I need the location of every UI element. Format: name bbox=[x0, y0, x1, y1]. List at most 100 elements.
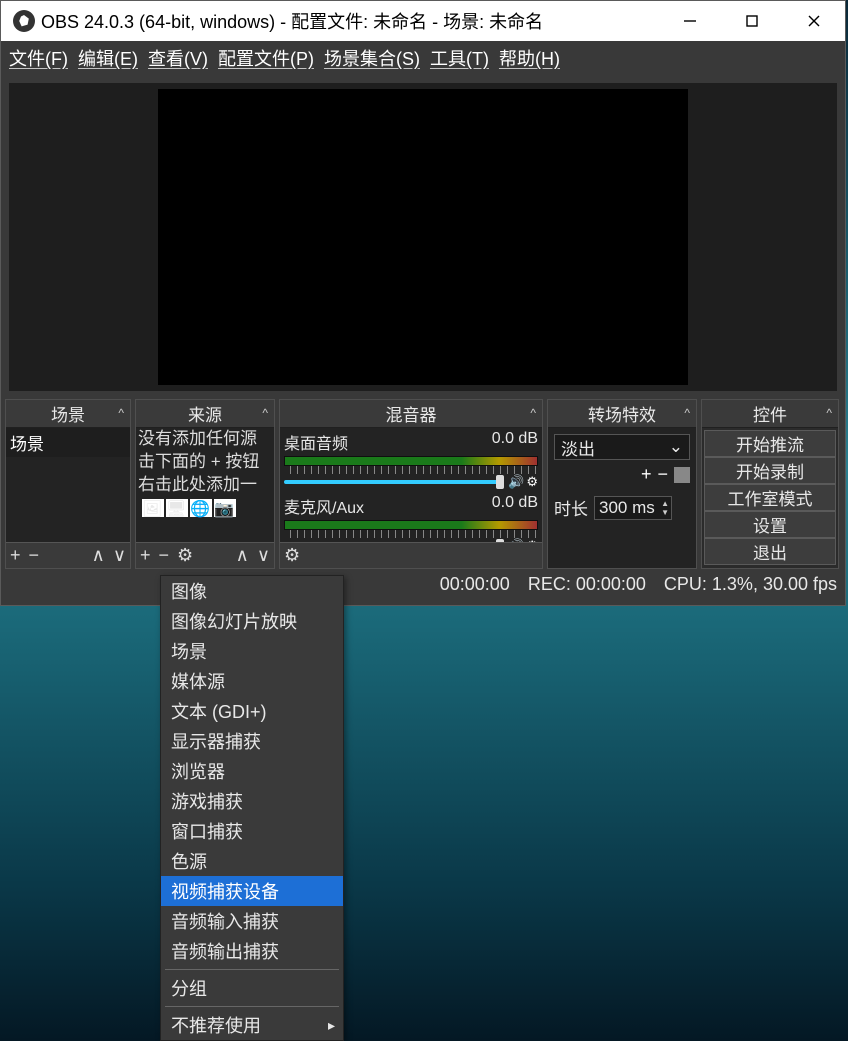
spin-down-icon[interactable]: ▼ bbox=[661, 508, 669, 517]
remove-transition-button[interactable]: − bbox=[657, 464, 668, 485]
mixer-dock: 混音器^ 桌面音频0.0 dB 🔊⚙ 麦克风/Aux0.0 dB bbox=[279, 399, 543, 569]
mixer-toolbar: ⚙ bbox=[280, 542, 542, 568]
sources-list[interactable]: 没有添加任何源 击下面的 + 按钮 右击此处添加一 🖼 🖥 🌐 📷 bbox=[136, 428, 274, 542]
controls-dock: 控件^ 开始推流 开始录制 工作室模式 设置 退出 bbox=[701, 399, 839, 569]
scenes-toolbar: + − ∧ ∨ bbox=[6, 542, 130, 568]
mixer-title: 混音器^ bbox=[280, 400, 542, 428]
obs-window: OBS 24.0.3 (64-bit, windows) - 配置文件: 未命名… bbox=[0, 0, 846, 606]
menu-item-media[interactable]: 媒体源 bbox=[161, 666, 343, 696]
menu-edit[interactable]: 编辑(E) bbox=[78, 45, 138, 71]
spin-up-icon[interactable]: ▲ bbox=[661, 499, 669, 508]
dock-popout-icon[interactable]: ^ bbox=[118, 406, 124, 420]
sources-dock: 来源^ 没有添加任何源 击下面的 + 按钮 右击此处添加一 🖼 🖥 🌐 📷 + … bbox=[135, 399, 275, 569]
menu-item-group[interactable]: 分组 bbox=[161, 973, 343, 1003]
dock-popout-icon[interactable]: ^ bbox=[262, 406, 268, 420]
menu-item-slideshow[interactable]: 图像幻灯片放映 bbox=[161, 606, 343, 636]
status-live-time: 00:00:00 bbox=[440, 574, 510, 595]
sources-title: 来源^ bbox=[136, 400, 274, 428]
close-button[interactable] bbox=[783, 1, 845, 41]
audio-ticks bbox=[284, 466, 538, 474]
menu-tools[interactable]: 工具(T) bbox=[430, 45, 489, 71]
add-transition-button[interactable]: + bbox=[641, 464, 652, 485]
add-source-button[interactable]: + bbox=[140, 545, 151, 566]
menu-item-scene[interactable]: 场景 bbox=[161, 636, 343, 666]
mixer-channel-db: 0.0 dB bbox=[492, 430, 538, 454]
sources-help-icons: 🖼 🖥 🌐 📷 bbox=[136, 499, 274, 517]
dropdown-icon: ⌄ bbox=[669, 437, 683, 457]
menu-item-text-gdi[interactable]: 文本 (GDI+) bbox=[161, 696, 343, 726]
menu-profile[interactable]: 配置文件(P) bbox=[218, 45, 314, 71]
menubar: 文件(F) 编辑(E) 查看(V) 配置文件(P) 场景集合(S) 工具(T) … bbox=[1, 41, 845, 75]
menu-item-audio-output-capture[interactable]: 音频输出捕获 bbox=[161, 936, 343, 966]
transitions-body: 淡出⌄ +− 时长 300 ms▲▼ bbox=[548, 428, 696, 568]
dock-popout-icon[interactable]: ^ bbox=[684, 406, 690, 420]
speaker-icon[interactable]: 🔊 bbox=[508, 474, 524, 490]
mixer-channel-name: 桌面音频 bbox=[284, 430, 348, 454]
menu-separator bbox=[165, 969, 339, 970]
minimize-button[interactable] bbox=[659, 1, 721, 41]
gear-icon[interactable]: ⚙ bbox=[526, 474, 538, 490]
menu-view[interactable]: 查看(V) bbox=[148, 45, 208, 71]
camera-icon: 📷 bbox=[214, 499, 236, 517]
source-up-button[interactable]: ∧ bbox=[236, 545, 249, 566]
source-add-context-menu: 图像 图像幻灯片放映 场景 媒体源 文本 (GDI+) 显示器捕获 浏览器 游戏… bbox=[160, 575, 344, 1041]
duration-label: 时长 bbox=[554, 495, 588, 520]
menu-item-display-capture[interactable]: 显示器捕获 bbox=[161, 726, 343, 756]
studio-mode-button[interactable]: 工作室模式 bbox=[704, 484, 836, 511]
window-controls bbox=[659, 1, 845, 41]
add-scene-button[interactable]: + bbox=[10, 545, 21, 566]
obs-icon bbox=[13, 10, 35, 32]
status-cpu-fps: CPU: 1.3%, 30.00 fps bbox=[664, 574, 837, 595]
sources-toolbar: + − ⚙ ∧ ∨ bbox=[136, 542, 274, 568]
transition-select[interactable]: 淡出⌄ bbox=[554, 434, 690, 460]
status-rec-time: REC: 00:00:00 bbox=[528, 574, 646, 595]
remove-scene-button[interactable]: − bbox=[29, 545, 40, 566]
audio-meter bbox=[284, 520, 538, 530]
menu-item-game-capture[interactable]: 游戏捕获 bbox=[161, 786, 343, 816]
start-streaming-button[interactable]: 开始推流 bbox=[704, 430, 836, 457]
menu-item-video-capture-device[interactable]: 视频捕获设备 bbox=[161, 876, 343, 906]
dock-popout-icon[interactable]: ^ bbox=[826, 406, 832, 420]
window-title: OBS 24.0.3 (64-bit, windows) - 配置文件: 未命名… bbox=[41, 8, 659, 34]
source-down-button[interactable]: ∨ bbox=[257, 545, 270, 566]
volume-slider[interactable] bbox=[284, 480, 504, 484]
menu-item-color-source[interactable]: 色源 bbox=[161, 846, 343, 876]
mixer-channel-name: 麦克风/Aux bbox=[284, 494, 364, 518]
image-icon: 🖼 bbox=[142, 499, 164, 517]
preview-canvas[interactable] bbox=[158, 89, 688, 385]
browser-icon: 🌐 bbox=[190, 499, 212, 517]
transitions-title: 转场特效^ bbox=[548, 400, 696, 428]
source-properties-button[interactable]: ⚙ bbox=[177, 545, 193, 566]
mixer-settings-button[interactable]: ⚙ bbox=[284, 545, 300, 566]
audio-ticks bbox=[284, 530, 538, 538]
scene-up-button[interactable]: ∧ bbox=[92, 545, 105, 566]
titlebar: OBS 24.0.3 (64-bit, windows) - 配置文件: 未命名… bbox=[1, 1, 845, 41]
sources-help-line: 没有添加任何源 bbox=[136, 428, 274, 451]
sources-help-line: 击下面的 + 按钮 bbox=[136, 451, 274, 474]
menu-item-deprecated[interactable]: 不推荐使用 bbox=[161, 1010, 343, 1040]
display-icon: 🖥 bbox=[166, 499, 188, 517]
transition-properties-button[interactable] bbox=[674, 467, 690, 483]
mixer-channel-db: 0.0 dB bbox=[492, 494, 538, 518]
mixer-channel: 麦克风/Aux0.0 dB 🔊⚙ bbox=[280, 492, 542, 542]
menu-item-image[interactable]: 图像 bbox=[161, 576, 343, 606]
menu-help[interactable]: 帮助(H) bbox=[499, 45, 560, 71]
mixer-body: 桌面音频0.0 dB 🔊⚙ 麦克风/Aux0.0 dB 🔊⚙ bbox=[280, 428, 542, 542]
menu-item-audio-input-capture[interactable]: 音频输入捕获 bbox=[161, 906, 343, 936]
menu-scene-collection[interactable]: 场景集合(S) bbox=[324, 45, 420, 71]
start-recording-button[interactable]: 开始录制 bbox=[704, 457, 836, 484]
menu-file[interactable]: 文件(F) bbox=[9, 45, 68, 71]
scene-down-button[interactable]: ∨ bbox=[113, 545, 126, 566]
duration-input[interactable]: 300 ms▲▼ bbox=[594, 496, 672, 520]
menu-item-browser[interactable]: 浏览器 bbox=[161, 756, 343, 786]
scene-item[interactable]: 场景 bbox=[6, 428, 130, 457]
remove-source-button[interactable]: − bbox=[159, 545, 170, 566]
exit-button[interactable]: 退出 bbox=[704, 538, 836, 565]
settings-button[interactable]: 设置 bbox=[704, 511, 836, 538]
scenes-list[interactable]: 场景 bbox=[6, 428, 130, 542]
menu-item-window-capture[interactable]: 窗口捕获 bbox=[161, 816, 343, 846]
audio-meter bbox=[284, 456, 538, 466]
dock-popout-icon[interactable]: ^ bbox=[530, 406, 536, 420]
maximize-button[interactable] bbox=[721, 1, 783, 41]
scenes-title: 场景^ bbox=[6, 400, 130, 428]
